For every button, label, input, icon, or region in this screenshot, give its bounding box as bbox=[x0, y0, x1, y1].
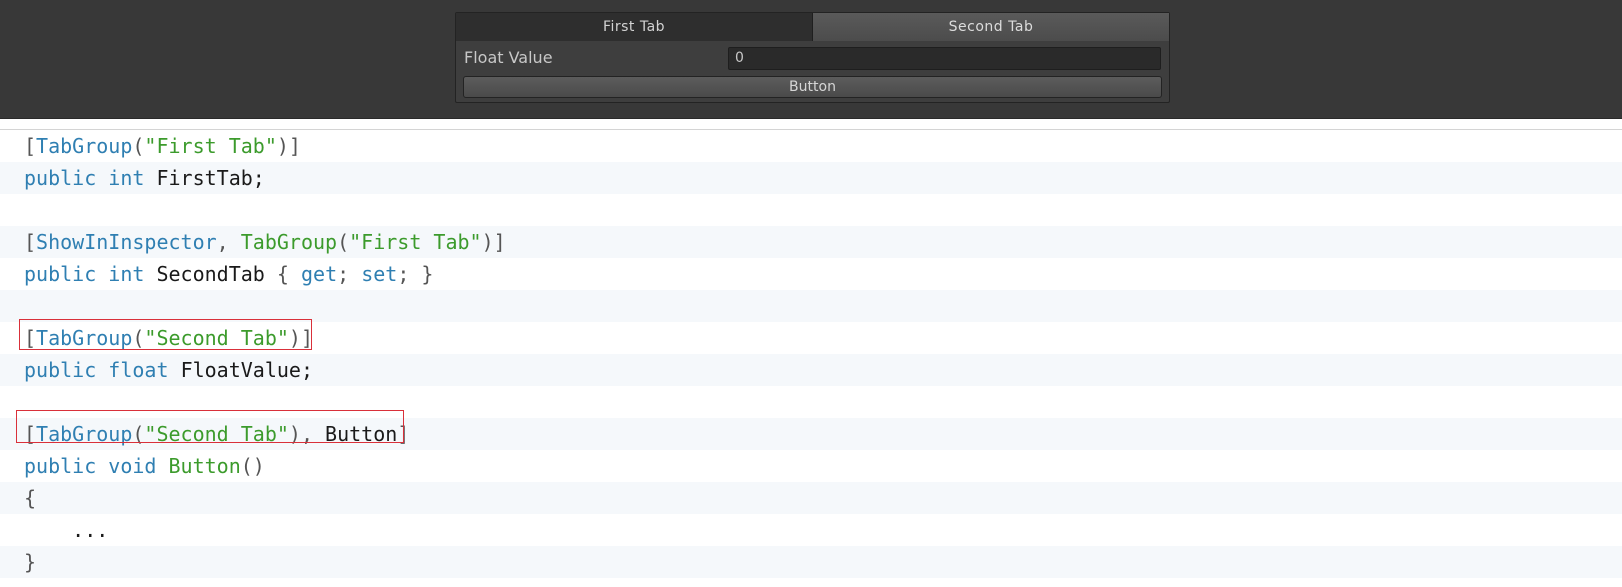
code-line: public void Button() bbox=[24, 454, 265, 478]
code-line: [TabGroup("First Tab")] bbox=[24, 134, 301, 158]
code-line: ... bbox=[72, 518, 109, 542]
tab-second[interactable]: Second Tab bbox=[813, 13, 1169, 41]
inspector-preview: First Tab Second Tab Float Value 0 Butto… bbox=[0, 0, 1622, 119]
code-line: public int SecondTab { get; set; } bbox=[24, 262, 434, 286]
code-line-blank bbox=[0, 290, 1622, 322]
code-line: [ShowInInspector, TabGroup("First Tab")] bbox=[0, 226, 1622, 258]
highlight-box-float bbox=[19, 319, 312, 350]
tab-bar: First Tab Second Tab bbox=[456, 13, 1169, 41]
code-line: { bbox=[0, 482, 1622, 514]
code-listing: [TabGroup("First Tab")] public int First… bbox=[0, 129, 1622, 587]
highlight-box-button bbox=[16, 410, 404, 443]
code-line: public int FirstTab; bbox=[0, 162, 1622, 194]
tab-group-panel: First Tab Second Tab Float Value 0 Butto… bbox=[455, 12, 1170, 103]
tab-first[interactable]: First Tab bbox=[456, 13, 813, 41]
inspector-button[interactable]: Button bbox=[463, 76, 1162, 98]
float-value-label: Float Value bbox=[464, 48, 553, 67]
float-value-input[interactable]: 0 bbox=[728, 47, 1161, 70]
code-line: } bbox=[0, 546, 1622, 578]
float-value-row: Float Value 0 bbox=[456, 46, 1169, 70]
code-line: public float FloatValue; bbox=[0, 354, 1622, 386]
